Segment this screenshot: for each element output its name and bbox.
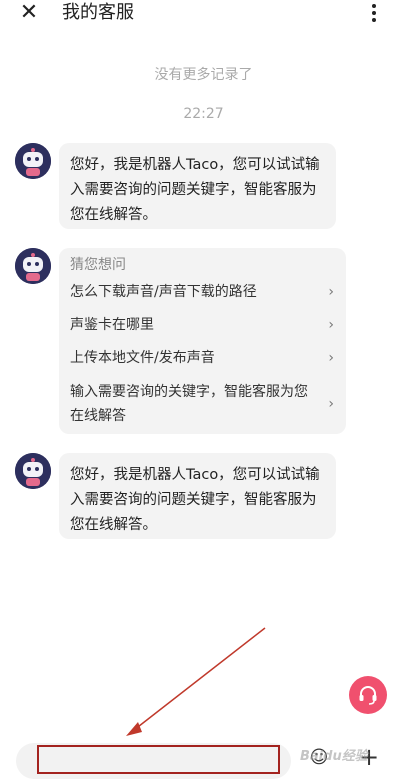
close-icon[interactable]: ✕ <box>18 2 40 24</box>
bot-message: 您好，我是机器人Taco，您可以试试输入需要咨询的问题关键字，智能客服为您在线解… <box>59 143 336 229</box>
message-input-container[interactable] <box>16 743 291 779</box>
bot-message: 您好，我是机器人Taco，您可以试试输入需要咨询的问题关键字，智能客服为您在线解… <box>59 453 336 539</box>
robot-avatar[interactable] <box>15 453 51 489</box>
no-more-records-note: 没有更多记录了 <box>154 67 253 83</box>
more-vertical-icon[interactable] <box>364 2 384 24</box>
customer-service-agent-button[interactable] <box>349 676 387 714</box>
suggestion-item[interactable]: 怎么下载声音/声音下载的路径 › <box>70 281 336 303</box>
suggestion-label: 输入需要咨询的关键字，智能客服为您在线解答 <box>70 384 308 424</box>
chevron-right-icon: › <box>328 350 334 366</box>
suggestion-item[interactable]: 声鉴卡在哪里 › <box>70 314 336 336</box>
header: ✕ 我的客服 <box>0 0 407 28</box>
page-title: 我的客服 <box>62 2 134 23</box>
headset-icon <box>359 686 377 705</box>
chevron-right-icon: › <box>328 396 334 412</box>
robot-avatar[interactable] <box>15 248 51 284</box>
message-input[interactable] <box>16 743 291 779</box>
watermark: Baidu经验 <box>300 749 368 764</box>
suggestion-label: 声鉴卡在哪里 <box>70 317 154 333</box>
suggestion-heading: 猜您想问 <box>70 257 126 273</box>
chevron-right-icon: › <box>328 284 334 300</box>
chevron-right-icon: › <box>328 317 334 333</box>
suggestion-item[interactable]: 输入需要咨询的关键字，智能客服为您在线解答 › <box>70 380 336 428</box>
suggestion-label: 怎么下载声音/声音下载的路径 <box>70 284 257 300</box>
timestamp: 22:27 <box>183 106 224 122</box>
robot-avatar[interactable] <box>15 143 51 179</box>
suggestion-item[interactable]: 上传本地文件/发布声音 › <box>70 347 336 369</box>
suggestion-card: 猜您想问 怎么下载声音/声音下载的路径 › 声鉴卡在哪里 › 上传本地文件/发布… <box>59 248 346 434</box>
suggestion-label: 上传本地文件/发布声音 <box>70 350 215 366</box>
